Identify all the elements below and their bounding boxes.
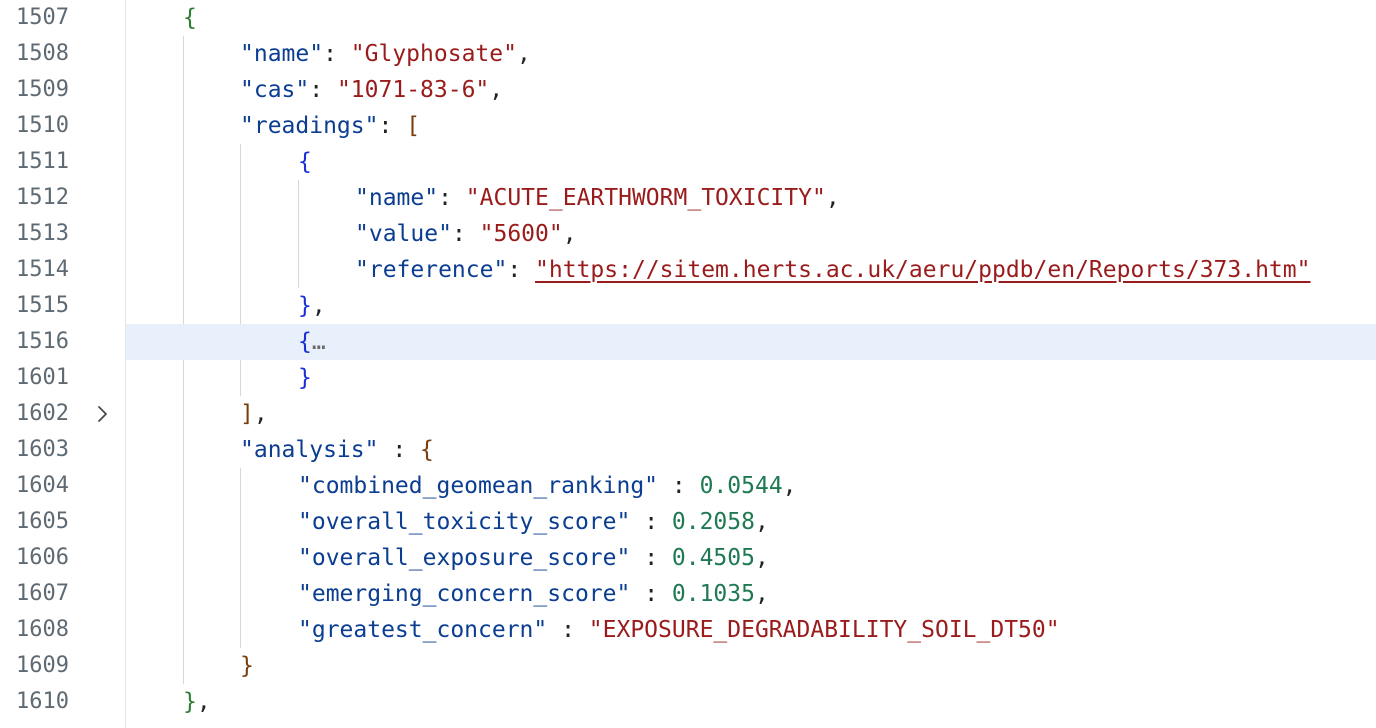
json-key: "name" [355, 185, 439, 211]
code-line[interactable]: 1509 "cas": "1071-83-6", [0, 72, 1376, 108]
line-number: 1516 [16, 329, 69, 354]
collapsed-region-ellipsis[interactable]: … [312, 329, 326, 355]
code-line[interactable]: 1601 } [0, 360, 1376, 396]
code-line[interactable]: 1510 "readings": [ [0, 108, 1376, 144]
line-number: 1601 [16, 365, 69, 390]
code-editor[interactable]: 1507 { 1508 "name": "Glyphosate", 1509 "… [0, 0, 1376, 728]
line-number: 1512 [16, 185, 69, 210]
code-line[interactable]: 1508 "name": "Glyphosate", [0, 36, 1376, 72]
line-number: 1606 [16, 545, 69, 570]
json-key: "readings" [240, 113, 379, 139]
code-text: } [298, 365, 312, 391]
line-number: 1508 [16, 41, 69, 66]
json-number-value: 0.4505 [671, 545, 755, 571]
json-number-value: 0.1035 [671, 581, 755, 607]
code-text: "overall_toxicity_score" : 0.2058, [298, 509, 769, 535]
code-text: "reference": "https://sitem.herts.ac.uk/… [355, 257, 1311, 283]
code-line[interactable]: 1610 }, [0, 684, 1376, 720]
line-number: 1507 [16, 5, 69, 30]
code-text: "emerging_concern_score" : 0.1035, [298, 581, 769, 607]
line-number: 1602 [16, 401, 69, 426]
reference-link[interactable]: "https://sitem.herts.ac.uk/aeru/ppdb/en/… [535, 257, 1310, 283]
line-number: 1610 [16, 689, 69, 714]
code-line[interactable]: 1602 ], [0, 396, 1376, 432]
code-text: "overall_exposure_score" : 0.4505, [298, 545, 769, 571]
code-text: "name": "Glyphosate", [240, 41, 531, 67]
code-line[interactable]: 1609 } [0, 648, 1376, 684]
code-text: "greatest_concern" : "EXPOSURE_DEGRADABI… [298, 617, 1060, 643]
code-text: {… [298, 329, 326, 355]
json-string-value: "Glyphosate" [350, 41, 517, 67]
json-key: "greatest_concern" [298, 617, 548, 643]
json-key: "value" [355, 221, 452, 247]
code-line-highlighted[interactable]: 1516 {… [0, 324, 1376, 422]
code-text: "name": "ACUTE_EARTHWORM_TOXICITY", [355, 185, 840, 211]
code-line[interactable]: 1511 { [0, 144, 1376, 180]
code-text: "cas": "1071-83-6", [240, 77, 504, 103]
line-number: 1604 [16, 473, 69, 498]
code-line[interactable]: 1515 }, [0, 288, 1376, 324]
line-number: 1515 [16, 293, 69, 318]
code-text: "readings": [ [240, 113, 421, 139]
line-number: 1511 [16, 149, 69, 174]
code-text: }, [183, 689, 211, 715]
code-text: "value": "5600", [355, 221, 577, 247]
json-key: "name" [240, 41, 324, 67]
code-line[interactable]: 1513 "value": "5600", [0, 216, 1376, 252]
line-number: 1608 [16, 617, 69, 642]
json-string-value: "EXPOSURE_DEGRADABILITY_SOIL_DT50" [588, 617, 1060, 643]
json-number-value: 0.0544 [699, 473, 783, 499]
json-string-value: "1071-83-6" [336, 77, 490, 103]
line-number: 1607 [16, 581, 69, 606]
json-key: "reference" [355, 257, 508, 283]
code-line[interactable]: 1603 "analysis" : { [0, 432, 1376, 468]
code-text: "analysis" : { [240, 437, 434, 463]
line-number: 1513 [16, 221, 69, 246]
code-line[interactable]: 1606 "overall_exposure_score" : 0.4505, [0, 540, 1376, 576]
code-text: { [183, 5, 197, 31]
code-text: "combined_geomean_ranking" : 0.0544, [298, 473, 797, 499]
code-line[interactable]: 1507 { [0, 0, 1376, 36]
line-number: 1603 [16, 437, 69, 462]
json-key: "combined_geomean_ranking" [298, 473, 659, 499]
code-text: ], [240, 401, 268, 427]
json-number-value: 0.2058 [671, 509, 755, 535]
code-line[interactable]: 1512 "name": "ACUTE_EARTHWORM_TOXICITY", [0, 180, 1376, 216]
code-line[interactable]: 1608 "greatest_concern" : "EXPOSURE_DEGR… [0, 612, 1376, 648]
line-number: 1509 [16, 77, 69, 102]
code-line[interactable]: 1514 "reference": "https://sitem.herts.a… [0, 252, 1376, 288]
json-string-value: "5600" [479, 221, 563, 247]
code-text: } [240, 653, 254, 679]
code-text: { [298, 149, 312, 175]
json-key: "emerging_concern_score" [298, 581, 631, 607]
line-number: 1605 [16, 509, 69, 534]
line-number: 1609 [16, 653, 69, 678]
line-number: 1514 [16, 257, 69, 282]
code-line[interactable]: 1607 "emerging_concern_score" : 0.1035, [0, 576, 1376, 612]
json-key: "analysis" [240, 437, 379, 463]
json-key: "overall_exposure_score" [298, 545, 631, 571]
code-line[interactable]: 1605 "overall_toxicity_score" : 0.2058, [0, 504, 1376, 540]
code-line[interactable]: 1604 "combined_geomean_ranking" : 0.0544… [0, 468, 1376, 504]
json-string-value: "ACUTE_EARTHWORM_TOXICITY" [465, 185, 826, 211]
code-text: }, [298, 293, 326, 319]
line-number: 1510 [16, 113, 69, 138]
json-key: "cas" [240, 77, 310, 103]
json-key: "overall_toxicity_score" [298, 509, 631, 535]
